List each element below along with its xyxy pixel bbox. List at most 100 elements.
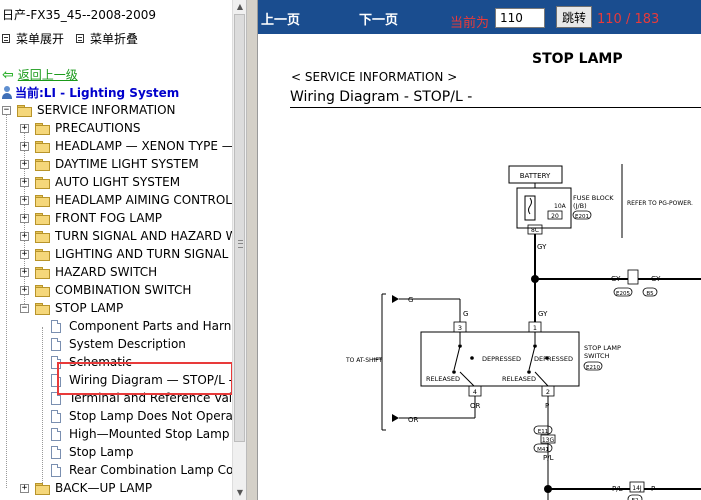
collapse-toggle-icon[interactable]: − [2, 105, 11, 115]
wire-or-label: OR [408, 416, 419, 424]
folder-icon [35, 194, 50, 207]
expand-toggle-icon[interactable]: + [20, 231, 29, 241]
depressed-label: DEPRESSED [534, 355, 573, 363]
tree-folder-label: HEADLAMP AIMING CONTROL [55, 193, 232, 207]
collapse-toggle-icon[interactable]: − [20, 303, 29, 313]
tree-folder[interactable]: + LIGHTING AND TURN SIGNAL S [20, 245, 240, 263]
tree-document-label: Rear Combination Lamp Co [69, 463, 234, 477]
tree-folder-label: COMBINATION SWITCH [55, 283, 192, 297]
tree-document[interactable]: Component Parts and Harne [51, 317, 239, 335]
expand-toggle-icon[interactable]: + [20, 123, 29, 133]
switch-label-2: SWITCH [584, 352, 610, 360]
page-navigation-bar: 上一页 下一页 当前为 跳转 110 / 183 [258, 0, 701, 34]
tree-folder-label: AUTO LIGHT SYSTEM [55, 175, 181, 189]
collapse-menu-label: 菜单折叠 [90, 32, 139, 46]
tree-folder[interactable]: + COMBINATION SWITCH [20, 281, 191, 299]
back-arrow-icon: ⇦ [2, 66, 14, 83]
connector-e11: E11 [538, 429, 548, 435]
tree-document[interactable]: High—Mounted Stop Lamp [51, 425, 229, 443]
fuse-rating: 10A [554, 203, 567, 210]
wire-pl-label: P/L [543, 454, 554, 462]
tree-document[interactable]: Stop Lamp [51, 443, 133, 461]
wire-pl-label: P/L [612, 485, 623, 493]
document-icon [51, 409, 61, 423]
connector-e210: E210 [586, 365, 600, 371]
tree-document-label: High—Mounted Stop Lamp [69, 427, 230, 441]
back-link[interactable]: ⇦ 返回上一级 [2, 66, 78, 83]
expand-icon [2, 34, 10, 43]
diagram-title: Wiring Diagram - STOP/L - [290, 89, 473, 105]
tree-folder[interactable]: + TURN SIGNAL AND HAZARD W [20, 227, 238, 245]
terminal-14j: 14J [632, 485, 642, 492]
folder-open-icon [35, 302, 50, 315]
current-location-label: 当前:LI - Lighting System [15, 86, 180, 100]
expand-menu-button[interactable]: 菜单展开 [2, 30, 64, 47]
tree-folder-label: PRECAUTIONS [55, 121, 141, 135]
tree-folder[interactable]: + HEADLAMP AIMING CONTROL [20, 191, 232, 209]
prev-page-button[interactable]: 上一页 [261, 9, 300, 28]
page-number-input[interactable] [495, 8, 545, 28]
terminal-2: 2 [546, 388, 550, 396]
tree-document[interactable]: Stop Lamp Does Not Operat [51, 407, 238, 425]
tree-scrollbar[interactable]: ▲ ▼ [232, 0, 246, 500]
folder-icon [35, 266, 50, 279]
terminal-3: 3 [458, 324, 462, 332]
section-label: < SERVICE INFORMATION > [291, 70, 458, 84]
next-page-button[interactable]: 下一页 [359, 9, 398, 28]
jump-button[interactable]: 跳转 [556, 6, 592, 28]
wire-gy-label: GY [651, 275, 661, 283]
folder-icon [35, 248, 50, 261]
wiring-diagram: BATTERY 10A 20 FUSE BLOCK (J/B) E201 REF… [345, 164, 701, 500]
folder-icon [35, 122, 50, 135]
tree-document[interactable]: System Description [51, 335, 186, 353]
wire-p-label: P [545, 402, 549, 410]
expand-toggle-icon[interactable]: + [20, 141, 29, 151]
tree-folder-stop-lamp[interactable]: − STOP LAMP [20, 299, 123, 317]
document-pane: 上一页 下一页 当前为 跳转 110 / 183 STOP LAMP < SER… [258, 0, 701, 500]
expand-toggle-icon[interactable]: + [20, 177, 29, 187]
pane-splitter[interactable] [246, 0, 258, 500]
tree-document[interactable]: Rear Combination Lamp Co [51, 461, 233, 479]
document-title: STOP LAMP [532, 51, 623, 67]
folder-icon [35, 158, 50, 171]
tree-folder[interactable]: + AUTO LIGHT SYSTEM [20, 173, 180, 191]
folder-icon [35, 176, 50, 189]
tree-folder-label: STOP LAMP [55, 301, 124, 315]
scroll-up-icon[interactable]: ▲ [233, 0, 246, 14]
tree-folder-label: DAYTIME LIGHT SYSTEM [55, 157, 199, 171]
tree-document-label: System Description [69, 337, 186, 351]
expand-toggle-icon[interactable]: + [20, 267, 29, 277]
scrollbar-thumb[interactable] [234, 14, 245, 442]
expand-toggle-icon[interactable]: + [20, 195, 29, 205]
folder-icon [35, 284, 50, 297]
battery-label: BATTERY [520, 172, 551, 180]
connector-e205: E205 [616, 291, 630, 297]
fuse-number: 20 [551, 213, 559, 220]
tree-folder[interactable]: + HAZARD SWITCH [20, 263, 157, 281]
document-icon [51, 445, 61, 459]
expand-toggle-icon[interactable]: + [20, 483, 29, 493]
tree-item-service-information[interactable]: − SERVICE INFORMATION [2, 101, 176, 119]
released-label: RELEASED [502, 375, 536, 383]
grip-icon [238, 240, 243, 248]
expand-toggle-icon[interactable]: + [20, 285, 29, 295]
expand-toggle-icon[interactable]: + [20, 213, 29, 223]
connector-b5: B5 [646, 291, 654, 297]
connector-icon [627, 269, 639, 285]
tree-folder[interactable]: + HEADLAMP — XENON TYPE — [20, 137, 234, 155]
tree-folder[interactable]: + DAYTIME LIGHT SYSTEM [20, 155, 199, 173]
document-icon [51, 427, 61, 441]
expand-menu-label: 菜单展开 [16, 32, 65, 46]
expand-toggle-icon[interactable]: + [20, 249, 29, 259]
collapse-menu-button[interactable]: 菜单折叠 [76, 30, 138, 47]
tree-folder[interactable]: + PRECAUTIONS [20, 119, 140, 137]
document-icon [51, 319, 61, 333]
scroll-down-icon[interactable]: ▼ [233, 486, 246, 500]
collapse-icon [76, 34, 84, 43]
user-icon [2, 86, 12, 99]
tree-folder[interactable]: + FRONT FOG LAMP [20, 209, 162, 227]
tree-folder[interactable]: + BACK—UP LAMP [20, 479, 152, 497]
expand-toggle-icon[interactable]: + [20, 159, 29, 169]
terminal-13g: 13G [542, 437, 555, 444]
wire-p-label: P [651, 485, 655, 493]
